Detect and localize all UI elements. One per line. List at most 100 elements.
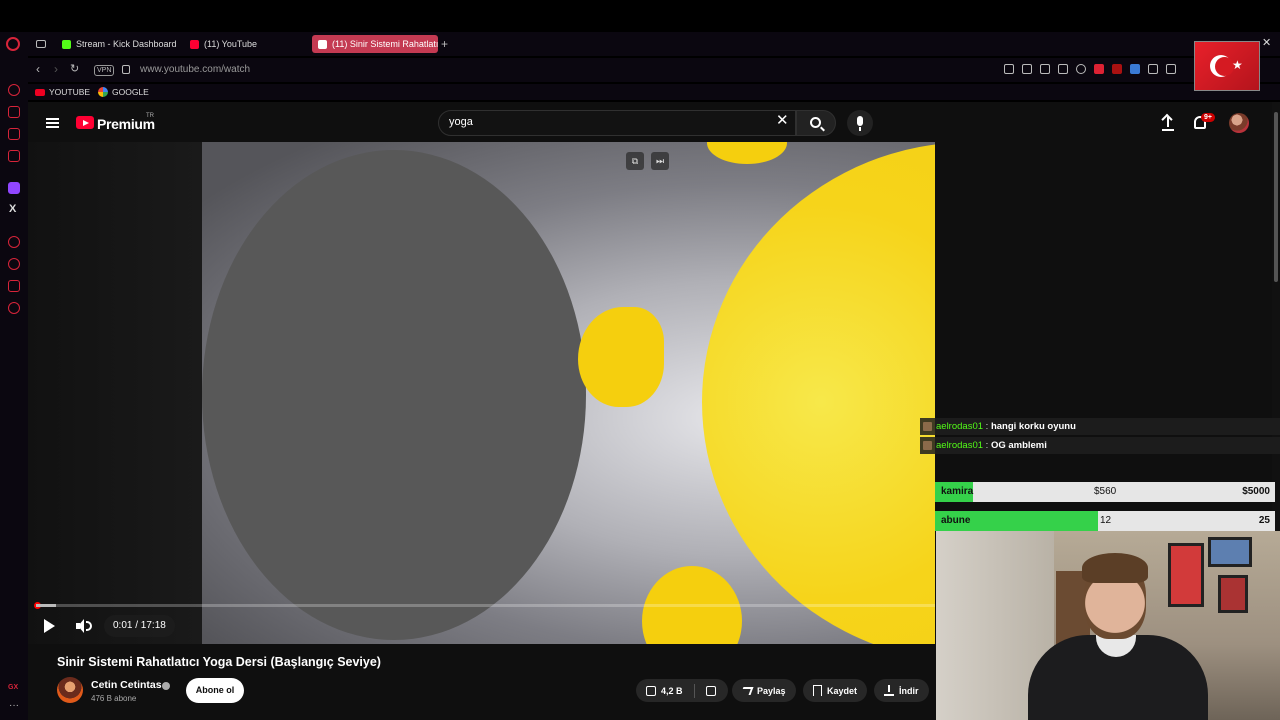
extensions-sidebar-icon[interactable] (8, 280, 20, 292)
channel-avatar[interactable] (57, 677, 83, 703)
turkish-flag-overlay: ★ (1194, 41, 1260, 91)
extension-red-icon[interactable] (1094, 64, 1104, 74)
adblock-icon[interactable] (1040, 64, 1050, 74)
goal-current: 12 (1100, 515, 1112, 526)
close-window-icon[interactable]: ✕ (1262, 36, 1271, 49)
gx-label[interactable]: GX (8, 684, 18, 691)
scrollbar-thumb[interactable] (1274, 112, 1278, 282)
subscriber-goal-bar: abune 12 25 (935, 511, 1275, 531)
flag-star-icon: ★ (1232, 58, 1243, 72)
chat-username: aelrodas01 (936, 440, 984, 451)
download-button[interactable]: İndir (874, 679, 929, 702)
share-icon (740, 686, 754, 695)
news-icon[interactable] (8, 128, 20, 140)
more-icon[interactable]: ··· (9, 700, 19, 711)
forward-icon[interactable]: › (54, 62, 58, 76)
dislike-icon[interactable] (705, 685, 716, 696)
save-button[interactable]: Kaydet (803, 679, 868, 702)
puzzle-icon[interactable] (1166, 64, 1176, 74)
clear-search-icon[interactable]: ✕ (776, 113, 789, 129)
address-bar: ‹ › ↻ VPN www.youtube.com/watch (28, 58, 1280, 82)
bookmark-label: GOOGLE (112, 87, 149, 97)
snapshot-icon[interactable] (1022, 64, 1032, 74)
gamepad-icon[interactable] (1148, 64, 1158, 74)
video-yellow-circle (702, 142, 935, 644)
aria-icon[interactable] (8, 84, 20, 96)
donation-goal-bar: kamira $560 $5000 (935, 482, 1275, 502)
video-player[interactable]: ⧉ ⏭ 0:01 / 17:18 (28, 142, 935, 644)
bookmark-icon[interactable] (1004, 64, 1014, 74)
play-icon[interactable] (44, 619, 55, 633)
webcam-overlay (936, 531, 1280, 720)
reload-icon[interactable]: ↻ (70, 62, 79, 75)
vpn-badge[interactable]: VPN (94, 65, 115, 76)
notification-badge: 9+ (1201, 113, 1215, 122)
video-frame[interactable] (202, 142, 935, 644)
tab-video-active[interactable]: (11) Sinir Sistemi Rahatlatıc (312, 35, 438, 53)
back-icon[interactable]: ‹ (36, 62, 40, 76)
search-button[interactable] (796, 110, 836, 136)
webcam-poster (1168, 543, 1204, 607)
like-count[interactable]: 4,2 B (661, 686, 683, 696)
lock-icon[interactable] (122, 65, 130, 74)
subscriber-count: 476 B abone (91, 694, 137, 703)
settings-gear-icon[interactable] (8, 302, 20, 314)
youtube-icon (35, 88, 45, 96)
translate-icon[interactable] (1130, 64, 1140, 74)
youtube-icon (318, 39, 327, 49)
chat-text: OG amblemi (990, 440, 1047, 451)
video-yellow-shape (707, 142, 787, 164)
youtube-icon (190, 39, 199, 49)
google-icon (98, 87, 108, 97)
save-label: Kaydet (827, 685, 858, 696)
video-title: Sinir Sistemi Rahatlatıcı Yoga Dersi (Ba… (57, 655, 381, 669)
chat-badge-icon (923, 441, 932, 450)
ambient-left (28, 142, 202, 644)
chat-text: hangi korku oyunu (990, 421, 1076, 432)
bookmark-label: YOUTUBE (49, 87, 91, 97)
browser-tab-bar: Stream - Kick Dashboard (11) YouTube (11… (0, 32, 1280, 56)
url-field[interactable]: www.youtube.com/watch (140, 64, 250, 75)
next-video-icon[interactable]: ⏭ (651, 152, 669, 170)
tab-overview-icon[interactable] (36, 40, 46, 48)
extension-t-icon[interactable] (1112, 64, 1122, 74)
bookmark-google[interactable]: GOOGLE (98, 87, 149, 97)
subscribe-button[interactable]: Abone ol (186, 678, 244, 703)
tab-youtube[interactable]: (11) YouTube (184, 35, 306, 53)
search-box[interactable] (438, 110, 796, 136)
heart-icon[interactable] (1076, 64, 1086, 74)
extension-toolbar (1004, 64, 1176, 74)
new-tab-button[interactable]: + (441, 37, 448, 51)
search-input[interactable] (449, 116, 769, 128)
player-icon[interactable] (1058, 64, 1068, 74)
divider (693, 683, 695, 698)
webcam-poster (1218, 575, 1248, 613)
menu-icon[interactable] (46, 118, 59, 128)
chat-message: aelrodas01 : OG amblemi (920, 437, 1280, 454)
messenger-icon[interactable] (8, 150, 20, 162)
like-icon[interactable] (646, 685, 656, 696)
channel-name[interactable]: Cetin Cetintas (91, 679, 162, 691)
video-yellow-shape (578, 307, 664, 407)
opera-logo-icon[interactable] (6, 37, 20, 51)
account-avatar[interactable] (1229, 113, 1249, 133)
time-display: 0:01 / 17:18 (104, 615, 175, 637)
x-twitter-icon[interactable]: X (9, 203, 16, 215)
youtube-logo-icon[interactable] (76, 116, 94, 129)
goal-target: $5000 (1242, 486, 1270, 497)
search-icon (810, 117, 821, 128)
tab-kick-dashboard[interactable]: Stream - Kick Dashboard (56, 35, 178, 53)
verified-check-icon (162, 682, 170, 690)
tab-label: (11) Sinir Sistemi Rahatlatıc (332, 39, 438, 49)
bookmark-youtube[interactable]: YOUTUBE (35, 87, 90, 97)
progress-bar[interactable] (34, 602, 935, 609)
miniplayer-icon[interactable]: ⧉ (626, 152, 644, 170)
history-icon[interactable] (8, 258, 20, 270)
voice-search-mic-icon[interactable] (847, 110, 873, 136)
region-code: TR (146, 113, 154, 119)
share-button[interactable]: Paylaş (732, 679, 796, 702)
player-sidebar-icon[interactable] (8, 236, 20, 248)
buffer-bar (36, 604, 56, 607)
twitch-icon[interactable] (8, 182, 20, 194)
bag-icon[interactable] (8, 106, 20, 118)
